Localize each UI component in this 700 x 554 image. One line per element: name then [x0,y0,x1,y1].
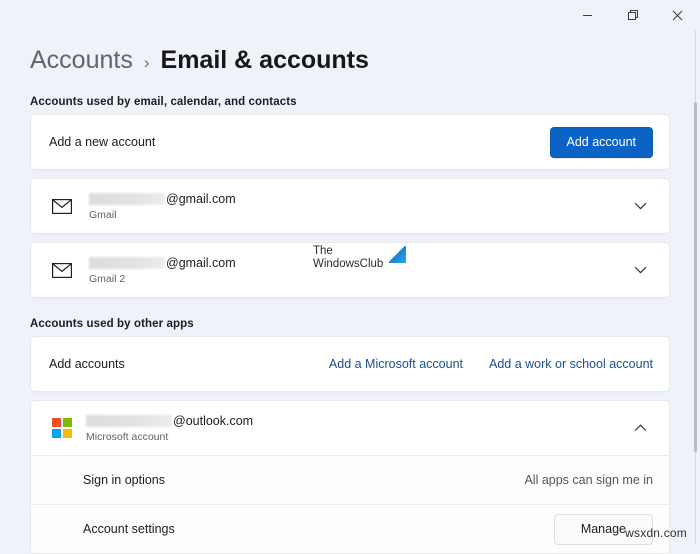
row-add-accounts: Add accounts Add a Microsoft account Add… [31,337,669,391]
title-bar [0,0,700,30]
account-settings-label: Account settings [83,522,175,536]
section-label-email-calendar-contacts: Accounts used by email, calendar, and co… [30,96,297,108]
account-provider-microsoft: Microsoft account [86,430,169,443]
section-label-other-apps: Accounts used by other apps [30,318,194,330]
account-email-domain: @outlook.com [173,413,254,428]
section-other-apps-cards: Add accounts Add a Microsoft account Add… [30,336,670,554]
add-new-account-label: Add a new account [49,135,156,149]
breadcrumb-separator-icon: › [143,53,150,72]
account-provider-gmail-2: Gmail 2 [89,272,126,285]
account-email-gmail-2: @gmail.com [89,256,236,270]
account-email-domain: @gmail.com [166,191,236,206]
redacted-username [89,256,165,269]
close-icon [672,10,683,20]
page-title: Email & accounts [160,46,369,74]
minimize-button[interactable] [565,0,610,30]
page-header: Accounts › Email & accounts [0,30,700,79]
minimize-icon [583,14,592,16]
section-email-cards: Add a new account Add account @gmail.com… [30,114,670,298]
chevron-down-icon[interactable] [627,257,653,283]
add-account-button[interactable]: Add account [549,126,653,158]
card-account-microsoft[interactable]: @outlook.com Microsoft account Sign in o… [30,400,670,554]
account-text-microsoft: @outlook.com Microsoft account [86,414,253,443]
envelope-icon [49,257,75,283]
close-button[interactable] [655,0,700,30]
breadcrumb: Accounts › Email & accounts [30,44,700,79]
account-text-gmail: @gmail.com Gmail [89,192,236,221]
add-accounts-label: Add accounts [49,357,125,371]
scrollbar-thumb[interactable] [694,102,697,452]
redacted-username [89,192,165,205]
account-email-domain: @gmail.com [166,255,236,270]
sign-in-options-value: All apps can sign me in [524,473,653,487]
row-account-gmail-2[interactable]: @gmail.com Gmail 2 [31,243,669,297]
account-email-microsoft: @outlook.com [86,414,253,428]
subrow-account-settings: Account settings Manage [31,504,669,553]
row-account-microsoft[interactable]: @outlook.com Microsoft account [31,401,669,455]
microsoft-logo-icon [52,418,72,438]
restore-icon [627,10,638,20]
link-add-microsoft-account[interactable]: Add a Microsoft account [329,357,463,371]
vertical-scrollbar[interactable] [694,30,697,544]
ms-square-blue [52,429,61,438]
sign-in-options-label: Sign in options [83,473,166,487]
account-text-gmail-2: @gmail.com Gmail 2 [89,256,236,285]
card-account-gmail[interactable]: @gmail.com Gmail [30,178,670,234]
card-add-new-account: Add a new account Add account [30,114,670,170]
card-add-accounts: Add accounts Add a Microsoft account Add… [30,336,670,392]
row-account-gmail[interactable]: @gmail.com Gmail [31,179,669,233]
chevron-up-icon[interactable] [627,415,653,441]
link-add-work-or-school-account[interactable]: Add a work or school account [489,357,653,371]
breadcrumb-parent-accounts[interactable]: Accounts [30,44,133,76]
restore-button[interactable] [610,0,655,30]
card-account-gmail-2[interactable]: @gmail.com Gmail 2 [30,242,670,298]
envelope-icon [49,193,75,219]
redacted-username [86,414,172,427]
corner-watermark: wsxdn.com [625,526,687,540]
chevron-down-icon[interactable] [627,193,653,219]
subrow-sign-in-options[interactable]: Sign in options All apps can sign me in [31,455,669,504]
ms-square-green [63,418,72,427]
ms-square-yellow [63,429,72,438]
ms-square-red [52,418,61,427]
account-provider-gmail: Gmail [89,208,117,221]
account-email-gmail: @gmail.com [89,192,236,206]
row-add-new-account: Add a new account Add account [31,115,669,169]
